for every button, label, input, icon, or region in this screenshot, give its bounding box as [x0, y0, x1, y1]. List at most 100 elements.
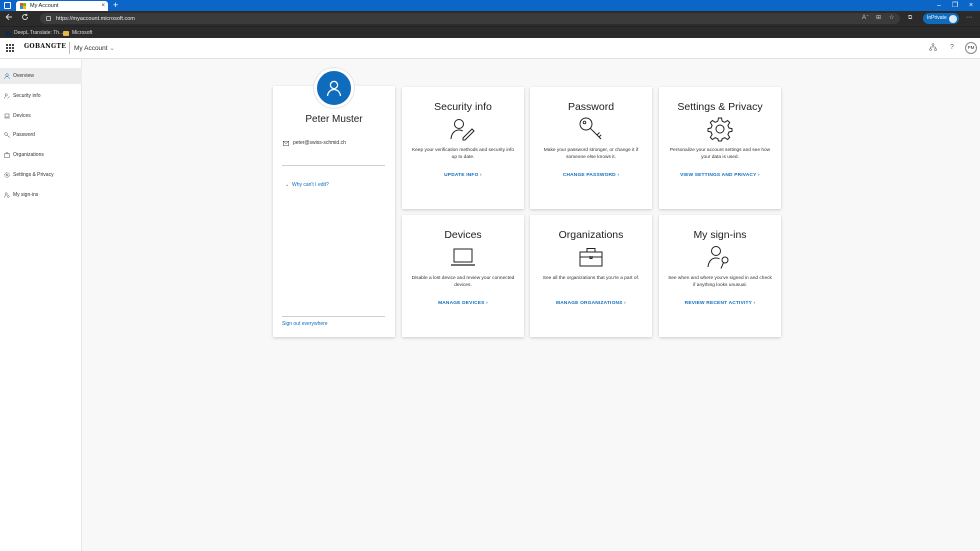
key-icon — [576, 116, 606, 142]
devices-card[interactable]: Devices Disable a lost device and review… — [402, 215, 524, 337]
tab-actions-icon[interactable] — [4, 2, 11, 9]
url-field[interactable]: https://myaccount.microsoft.com — [40, 13, 900, 24]
signins-icon — [4, 192, 10, 198]
folder-icon — [63, 30, 69, 36]
manage-devices-link[interactable]: MANAGE DEVICES › — [402, 301, 524, 306]
address-bar-row: https://myaccount.microsoft.com A⁻ ⊞ ☆ ⧉… — [0, 11, 980, 26]
collections-icon[interactable]: ⧉ — [908, 13, 912, 24]
favorite-microsoft[interactable]: Microsoft — [63, 28, 92, 38]
sidebar-item-label: Organizations — [13, 152, 44, 158]
card-description: Disable a lost device and review your co… — [411, 276, 515, 288]
review-recent-activity-link[interactable]: REVIEW RECENT ACTIVITY › — [659, 301, 781, 306]
app-launcher-icon[interactable] — [6, 44, 14, 52]
favorites-bar: DeepL Translate: Th... Microsoft — [0, 26, 980, 38]
card-description: Personalize your account settings and se… — [669, 148, 771, 160]
favorite-star-icon[interactable]: ☆ — [889, 13, 894, 24]
sidebar-item-password[interactable]: Password — [0, 127, 82, 143]
browser-tab[interactable]: My Account × — [16, 1, 108, 11]
minimize-button[interactable]: – — [934, 0, 944, 11]
laptop-icon — [4, 113, 10, 119]
divider — [282, 165, 385, 166]
card-description: See when and where you've signed in and … — [668, 276, 772, 288]
sidebar-item-overview[interactable]: Overview — [0, 68, 82, 84]
tab-close-icon[interactable]: × — [101, 3, 105, 9]
close-window-button[interactable]: × — [966, 0, 976, 11]
sidebar-item-organizations[interactable]: Organizations — [0, 147, 82, 163]
chevron-right-icon: › — [486, 301, 488, 306]
organization-logo[interactable]: GOBANGTE — [24, 43, 66, 50]
view-settings-privacy-link[interactable]: VIEW SETTINGS AND PRIVACY › — [659, 173, 781, 178]
briefcase-icon — [576, 244, 606, 270]
chevron-down-icon: ⌄ — [285, 182, 290, 188]
profile-icon — [949, 14, 957, 23]
change-password-link[interactable]: CHANGE PASSWORD › — [530, 173, 652, 178]
laptop-icon — [448, 244, 478, 270]
sidebar-item-label: Security info — [13, 93, 41, 99]
chevron-right-icon: › — [617, 173, 620, 178]
org-chart-icon[interactable] — [929, 43, 937, 55]
divider — [282, 316, 385, 317]
new-tab-button[interactable]: + — [113, 0, 118, 11]
sidebar-item-security-info[interactable]: Security info — [0, 88, 82, 104]
inprivate-label: InPrivate — [927, 15, 947, 21]
sidebar-item-label: Settings & Privacy — [13, 172, 54, 178]
chevron-right-icon: › — [758, 173, 760, 178]
sidebar: Overview Security info Devices Password … — [0, 59, 82, 551]
chevron-right-icon: › — [480, 173, 482, 178]
my-sign-ins-card[interactable]: My sign-ins See when and where you've si… — [659, 215, 781, 337]
briefcase-icon — [4, 152, 10, 158]
sidebar-item-my-sign-ins[interactable]: My sign-ins — [0, 187, 82, 203]
favorite-deepl[interactable]: DeepL Translate: Th... — [5, 28, 63, 38]
card-description: Make your password stronger, or change i… — [543, 148, 639, 160]
card-title: Password — [567, 101, 615, 113]
card-title: Settings & Privacy — [677, 101, 763, 113]
key-icon — [4, 132, 10, 138]
card-description: Keep your verification methods and secur… — [411, 148, 515, 160]
chevron-down-icon: ⌄ — [109, 45, 115, 52]
card-title: Devices — [444, 229, 482, 241]
more-options-icon[interactable]: ⋯ — [966, 13, 972, 24]
gear-icon — [4, 172, 10, 178]
update-info-link[interactable]: UPDATE INFO › — [402, 173, 524, 178]
sidebar-item-devices[interactable]: Devices — [0, 108, 82, 124]
inprivate-badge[interactable]: InPrivate — [923, 13, 959, 24]
read-aloud-icon[interactable]: A⁻ — [862, 13, 869, 24]
app-title[interactable]: My Account ⌄ — [74, 44, 115, 52]
security-info-icon — [448, 116, 478, 142]
card-description: See all the organizations that you're a … — [542, 276, 640, 281]
sidebar-item-label: Overview — [13, 73, 34, 79]
security-info-icon — [4, 93, 10, 99]
manage-organizations-link[interactable]: MANAGE ORGANIZATIONS › — [530, 301, 652, 306]
immersive-reader-icon[interactable]: ⊞ — [876, 13, 881, 24]
microsoft-logo-icon — [20, 3, 26, 9]
deepl-icon — [5, 30, 11, 36]
back-icon[interactable] — [4, 13, 14, 24]
chevron-right-icon: › — [624, 301, 626, 306]
avatar[interactable]: PM — [965, 42, 977, 54]
card-title: My sign-ins — [693, 229, 747, 241]
profile-avatar[interactable] — [314, 68, 354, 108]
restore-button[interactable]: ❐ — [950, 0, 960, 11]
chevron-right-icon: › — [753, 301, 756, 306]
why-cant-edit-link[interactable]: ⌄ Why can't I edit? — [285, 182, 329, 188]
profile-email: peter@swiss-schmid.ch — [283, 140, 346, 146]
browser-title-bar: My Account × + – ❐ × — [0, 0, 980, 11]
refresh-icon[interactable] — [20, 13, 30, 24]
settings-privacy-card[interactable]: Settings & Privacy Personalize your acco… — [659, 87, 781, 209]
signins-icon — [705, 244, 735, 270]
favorite-label: Microsoft — [72, 30, 93, 36]
sidebar-item-label: My sign-ins — [13, 192, 39, 198]
sidebar-item-settings-privacy[interactable]: Settings & Privacy — [0, 167, 82, 183]
sidebar-item-label: Devices — [13, 113, 31, 119]
password-card[interactable]: Password Make your password stronger, or… — [530, 87, 652, 209]
person-icon — [326, 80, 342, 97]
gear-icon — [705, 116, 735, 142]
profile-name: Peter Muster — [305, 114, 363, 125]
organizations-card[interactable]: Organizations See all the organizations … — [530, 215, 652, 337]
sign-out-everywhere-link[interactable]: Sign out everywhere — [282, 321, 328, 327]
lock-icon — [46, 16, 51, 21]
security-info-card[interactable]: Security info Keep your verification met… — [402, 87, 524, 209]
help-icon[interactable]: ? — [950, 43, 954, 53]
card-title: Security info — [434, 101, 492, 113]
favorite-label: DeepL Translate: Th... — [14, 30, 64, 36]
